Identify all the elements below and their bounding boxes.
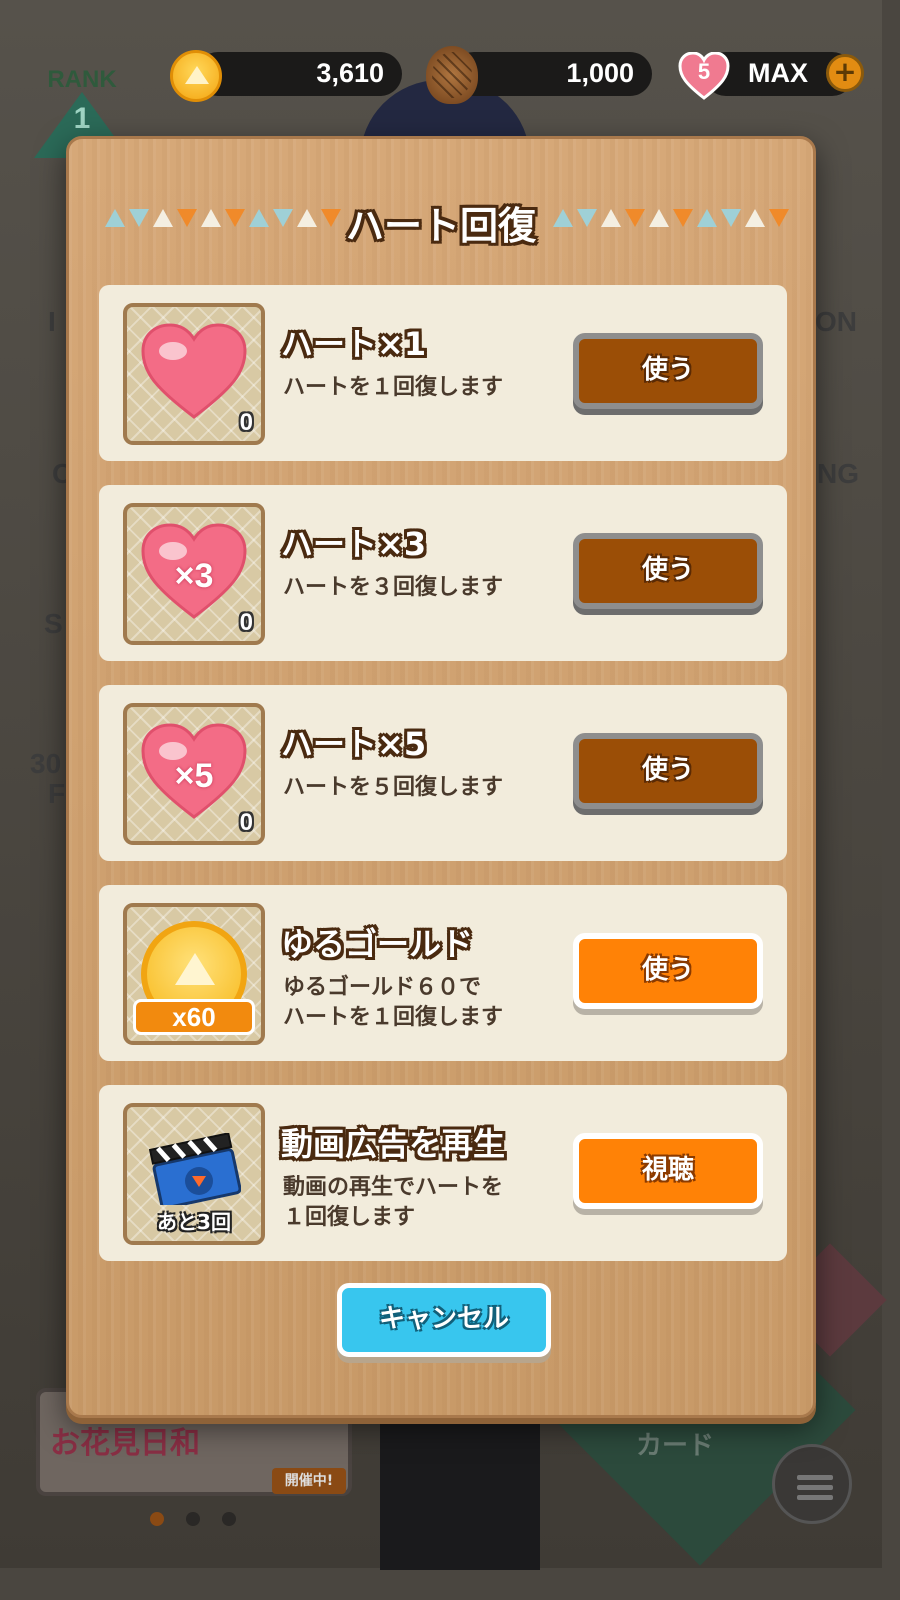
heart-multiplier: ×3 — [174, 557, 214, 595]
banner-pagination — [150, 1512, 236, 1526]
item-thumbnail: あと3回 — [123, 1103, 265, 1245]
item-count: 0 — [239, 609, 253, 636]
rank-label: RANK — [47, 66, 117, 93]
gold-value: 3,610 — [316, 58, 384, 88]
recovery-item-yuru-gold: x60 ゆるゴールド ゆるゴールド６０で ハートを１回復します 使う — [99, 885, 787, 1061]
clapperboard-icon — [149, 1133, 241, 1205]
item-name: ハート×3 — [281, 525, 427, 563]
cancel-button[interactable]: キャンセル — [337, 1283, 551, 1357]
background-fragment: S — [44, 608, 63, 639]
heart-status: MAX — [748, 58, 808, 88]
use-button[interactable]: 使う — [573, 533, 763, 609]
pagination-dot — [150, 1512, 164, 1526]
background-banner-text: お花見日和 — [50, 1427, 200, 1460]
gold-quantity: x60 — [133, 999, 255, 1035]
heart-multiplier: ×5 — [174, 757, 214, 795]
background-banner-badge: 開催中! — [272, 1468, 346, 1494]
item-name: ハート×5 — [281, 725, 427, 763]
item-count: 0 — [239, 409, 253, 436]
use-button[interactable]: 使う — [573, 933, 763, 1009]
recovery-item-heart-1: 0 ハート×1 ハートを１回復します 使う — [99, 285, 787, 461]
recovery-item-video-ad: あと3回 動画広告を再生 動画の再生でハートを １回復します 視聴 — [99, 1085, 787, 1261]
recovery-item-heart-5: ×5 0 ハート×5 ハートを５回復します 使う — [99, 685, 787, 861]
item-count: 0 — [239, 809, 253, 836]
item-description: ハートを１回復します — [283, 375, 504, 400]
background-card-label: カード — [635, 1431, 714, 1461]
background-fragment: 30 — [30, 748, 62, 779]
heart-icon — [141, 323, 247, 419]
item-thumbnail: ×5 0 — [123, 703, 265, 845]
item-name: 動画広告を再生 — [281, 1125, 506, 1163]
remaining-views: あと3回 — [157, 1210, 231, 1234]
recovery-item-heart-3: ×3 0 ハート×3 ハートを３回復します 使う — [99, 485, 787, 661]
dialog-title: ハート回復 — [345, 204, 536, 248]
use-button[interactable]: 使う — [573, 333, 763, 409]
background-fragment: ON — [815, 306, 857, 337]
background-fragment: NG — [817, 458, 859, 489]
menu-icon-line — [797, 1475, 833, 1480]
pinecone-icon — [426, 46, 478, 104]
pinecone-value: 1,000 — [566, 58, 634, 88]
watch-button[interactable]: 視聴 — [573, 1133, 763, 1209]
item-name: ハート×1 — [281, 325, 427, 363]
item-description: ゆるゴールド６０で ハートを１回復します — [283, 975, 504, 1030]
background-fragment: F — [48, 778, 66, 809]
item-thumbnail: 0 — [123, 303, 265, 445]
pagination-dot — [186, 1512, 200, 1526]
use-button[interactable]: 使う — [573, 733, 763, 809]
gold-coin-icon — [170, 50, 222, 102]
background-menu-button — [772, 1444, 852, 1524]
background-fragment: I — [48, 306, 56, 337]
item-thumbnail: ×3 0 — [123, 503, 265, 645]
pinecone-counter: 1,000 — [452, 52, 652, 96]
item-description: ハートを３回復します — [283, 575, 504, 600]
item-thumbnail: x60 — [123, 903, 265, 1045]
heart-count: 5 — [697, 59, 711, 84]
heart-recovery-dialog: ハート回復 0 ハート×1 ハートを１回復します 使う ×3 0 ハート×3 ハ… — [66, 136, 816, 1418]
rank-value: 1 — [73, 102, 91, 135]
menu-icon-line — [797, 1485, 833, 1490]
item-description: 動画の再生でハートを １回復します — [283, 1175, 504, 1230]
pagination-dot — [222, 1512, 236, 1526]
item-description: ハートを５回復します — [283, 775, 504, 800]
item-name: ゆるゴールド — [281, 925, 474, 963]
gold-counter: 3,610 — [196, 52, 402, 96]
menu-icon-line — [797, 1495, 833, 1500]
add-hearts-button[interactable]: + — [826, 54, 864, 92]
